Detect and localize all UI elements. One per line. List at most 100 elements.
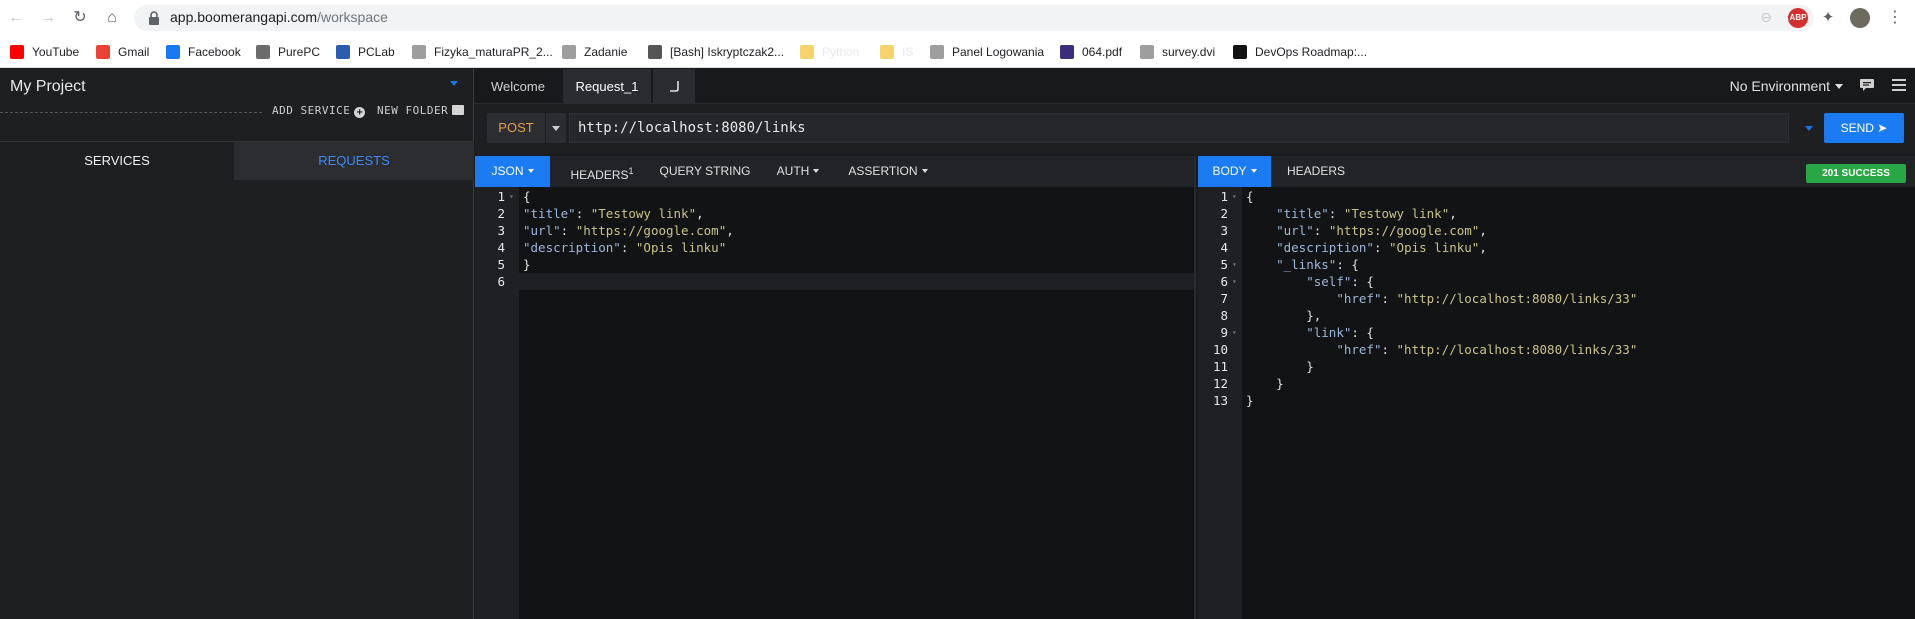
line-number: 1 <box>1220 189 1228 204</box>
tab-json[interactable]: JSON <box>475 156 550 187</box>
bookmark-item[interactable]: IS <box>880 43 913 61</box>
bookmark-favicon-icon <box>800 45 814 59</box>
new-folder-button[interactable]: NEW FOLDER <box>377 104 465 117</box>
menu-kebab-icon[interactable]: ⋮ <box>1885 8 1905 28</box>
code-line: "url": "https://google.com", <box>1276 223 1487 238</box>
line-number: 8 <box>1220 308 1228 323</box>
back-icon[interactable]: ← <box>6 8 26 28</box>
tab-response-headers[interactable]: HEADERS <box>1276 156 1356 187</box>
bookmark-favicon-icon <box>10 45 24 59</box>
bookmark-item[interactable]: survey.dvi <box>1140 43 1215 61</box>
tab-welcome[interactable]: Welcome <box>475 69 561 104</box>
line-number: 4 <box>1220 240 1228 255</box>
bookmark-label: YouTube <box>32 45 80 59</box>
method-dropdown-icon[interactable] <box>546 113 566 143</box>
bookmark-favicon-icon <box>1140 45 1154 59</box>
code-line: { <box>1246 189 1254 204</box>
bookmark-item[interactable]: PCLab <box>336 43 395 61</box>
bookmark-item[interactable]: DevOps Roadmap:... <box>1233 43 1367 61</box>
sidebar-tabs: SERVICES REQUESTS <box>0 141 474 180</box>
code-line: "href": "http://localhost:8080/links/33" <box>1336 291 1638 306</box>
code-line: "url": "https://google.com", <box>523 223 734 238</box>
line-number: 2 <box>497 206 505 221</box>
code-area[interactable]: {"title": "Testowy link", "url": "https:/… <box>519 187 1194 619</box>
bookmark-item[interactable]: Gmail <box>96 43 149 61</box>
bookmark-favicon-icon <box>336 45 350 59</box>
tab-body[interactable]: BODY <box>1198 156 1271 187</box>
request-bar: POST SEND ➤ <box>475 104 1915 154</box>
line-number: 10 <box>1212 342 1228 357</box>
adblock-extension-icon[interactable]: ABP <box>1788 8 1808 28</box>
bookmark-item[interactable]: 064.pdf <box>1060 43 1122 61</box>
code-line: "description": "Opis linku", <box>1276 240 1487 255</box>
bookmark-item[interactable]: PurePC <box>256 43 320 61</box>
bookmark-label: Panel Logowania <box>952 45 1045 59</box>
bookmark-favicon-icon <box>96 45 110 59</box>
tab-auth[interactable]: AUTH <box>763 156 833 187</box>
tab-query-string[interactable]: QUERY STRING <box>652 156 758 187</box>
line-number: 9 <box>1220 325 1228 340</box>
bookmark-favicon-icon <box>562 45 576 59</box>
line-number: 4 <box>497 240 505 255</box>
code-line: } <box>1246 376 1284 391</box>
chat-icon[interactable] <box>1859 78 1875 92</box>
line-number: 3 <box>497 223 505 238</box>
request-url-input[interactable] <box>569 113 1789 143</box>
code-line: "href": "http://localhost:8080/links/33" <box>1336 342 1638 357</box>
request-json-editor[interactable]: 1 ▾ 2 3 4 5 6 {"title": "Testowy link", "url": … <box>475 187 1194 619</box>
code-line: { <box>523 189 531 204</box>
list-menu-icon[interactable] <box>1891 78 1907 92</box>
home-icon[interactable]: ⌂ <box>102 8 122 28</box>
fold-toggle-icon[interactable]: ▾ <box>1232 256 1237 273</box>
browser-toolbar: ← → ↻ ⌂ app.boomerangapi.com/workspace ⊖… <box>0 0 1915 36</box>
project-dropdown-icon[interactable] <box>450 81 458 86</box>
bookmark-item[interactable]: [Bash] Iskryptczak2... <box>648 43 784 61</box>
address-url: app.boomerangapi.com/workspace <box>170 9 388 25</box>
bookmark-item[interactable]: Panel Logowania <box>930 43 1044 61</box>
address-bar[interactable]: app.boomerangapi.com/workspace ⊖ ☆ <box>134 5 1814 31</box>
send-button[interactable]: SEND ➤ <box>1824 113 1904 143</box>
reload-icon[interactable]: ↻ <box>70 8 90 28</box>
environment-selector[interactable]: No Environment <box>1730 78 1843 94</box>
response-pane: BODY HEADERS 201 SUCCESS 1 ▾ 2 3 4 5 ▾ 6 ▾ 7 8 9 ▾ 10… <box>1198 156 1915 619</box>
tab-headers[interactable]: HEADERS1 <box>555 156 649 187</box>
url-history-dropdown-icon[interactable] <box>1805 126 1813 131</box>
line-number: 7 <box>1220 291 1228 306</box>
add-service-button[interactable]: ADD SERVICE + <box>272 104 366 118</box>
bookmark-item[interactable]: YouTube <box>10 43 79 61</box>
bookmark-label: Facebook <box>188 45 241 59</box>
code-line: "self": { <box>1306 274 1374 289</box>
bookmark-label: Gmail <box>118 45 150 59</box>
plus-circle-icon: + <box>354 107 366 118</box>
fold-toggle-icon[interactable]: ▾ <box>1232 188 1237 205</box>
bookmark-item[interactable]: Facebook <box>166 43 241 61</box>
site-info-icon[interactable]: ⊖ <box>1760 9 1772 26</box>
profile-avatar[interactable] <box>1850 8 1870 28</box>
fold-toggle-icon[interactable]: ▾ <box>1232 273 1237 290</box>
bookmark-item[interactable]: Zadanie <box>562 43 627 61</box>
line-gutter: 1 ▾ 2 3 4 5 ▾ 6 ▾ 7 8 9 ▾ 10 11 12 13 <box>1198 187 1242 619</box>
current-line-highlight <box>519 273 1194 290</box>
fold-toggle-icon[interactable]: ▾ <box>1232 324 1237 341</box>
fold-toggle-icon[interactable]: ▾ <box>509 188 514 205</box>
line-number: 1 <box>497 189 505 204</box>
project-title[interactable]: My Project <box>10 78 86 96</box>
bookmark-item[interactable]: Python <box>800 43 859 61</box>
divider <box>0 112 262 113</box>
extensions-puzzle-icon[interactable]: ✦ <box>1818 8 1838 28</box>
tab-request-1[interactable]: Request_1 <box>563 69 651 104</box>
tab-requests[interactable]: REQUESTS <box>234 142 474 180</box>
new-tab-button[interactable] <box>653 69 695 104</box>
line-number: 6 <box>497 274 505 289</box>
bookmark-favicon-icon <box>256 45 270 59</box>
sidebar: My Project ADD SERVICE + NEW FOLDER SERVI… <box>0 69 474 619</box>
forward-icon[interactable]: → <box>38 8 58 28</box>
request-tabs-bar: Welcome Request_1 No Environment <box>475 69 1915 104</box>
tab-assertion[interactable]: ASSERTION <box>838 156 938 187</box>
bookmark-item[interactable]: Fizyka_maturaPR_2... <box>412 43 553 61</box>
tab-services[interactable]: SERVICES <box>0 142 234 180</box>
method-select[interactable]: POST <box>487 113 545 143</box>
sidebar-actions: ADD SERVICE + NEW FOLDER <box>0 95 474 125</box>
new-tab-icon <box>670 81 679 92</box>
line-number: 11 <box>1212 359 1228 374</box>
